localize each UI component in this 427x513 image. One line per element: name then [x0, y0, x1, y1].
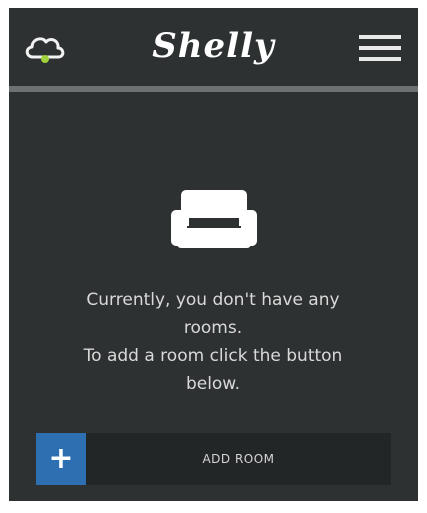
app-header: Shelly	[9, 8, 418, 86]
menu-button[interactable]	[359, 35, 403, 63]
hamburger-menu-icon	[359, 35, 401, 39]
add-icon[interactable]: +	[36, 433, 86, 485]
message-line: Currently, you don't have any	[86, 290, 340, 310]
empty-rooms-message: Currently, you don't have any rooms. To …	[43, 286, 383, 398]
hamburger-line	[359, 46, 401, 50]
message-line: rooms.	[183, 318, 243, 338]
message-line: below.	[185, 374, 241, 394]
hamburger-line	[359, 57, 401, 61]
sofa-icon	[169, 188, 259, 252]
add-room-button[interactable]: + ADD ROOM	[36, 433, 391, 485]
add-room-label[interactable]: ADD ROOM	[86, 433, 391, 485]
app-screen: Shelly Currently, you don't have any roo…	[9, 8, 418, 501]
shelly-logo: Shelly	[152, 26, 275, 66]
header-divider	[9, 86, 418, 92]
message-line: To add a room click the button	[83, 346, 343, 366]
